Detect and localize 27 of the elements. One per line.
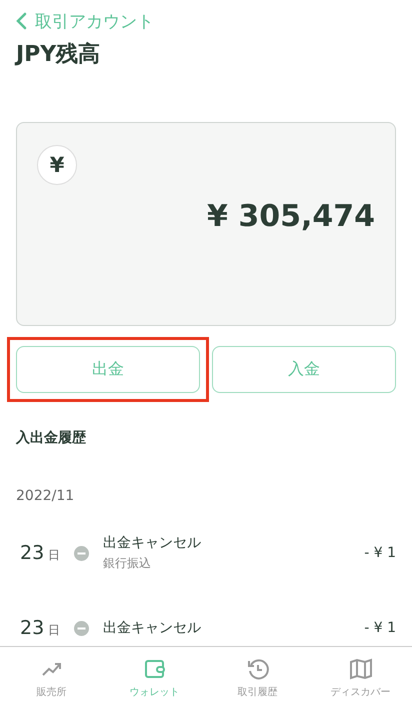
deposit-button[interactable]: 入金 (212, 346, 396, 393)
tab-item[interactable]: ディスカバー (309, 647, 412, 713)
balance-amount: ¥ 305,474 (207, 199, 375, 234)
day-number: 23 (20, 542, 42, 564)
back-icon (16, 12, 27, 30)
tab-item[interactable]: ウォレット (103, 647, 206, 713)
history-icon (246, 657, 270, 681)
page-title: JPY残高 (16, 40, 102, 69)
transaction-method: 銀行振込 (103, 555, 152, 572)
month-label: 2022/11 (16, 488, 76, 505)
withdraw-button[interactable]: 出金 (16, 346, 200, 393)
tab-item[interactable]: 取引履歴 (206, 647, 309, 713)
day-unit: 日 (48, 622, 60, 638)
transaction-title: 出金キャンセル (103, 534, 202, 552)
day-number: 23 (20, 617, 42, 639)
map-icon (348, 657, 372, 681)
currency-icon: ¥ (37, 145, 77, 185)
minus-icon (74, 546, 89, 560)
tab-item[interactable]: 販売所 (0, 647, 103, 713)
wallet-icon (142, 657, 166, 681)
transaction-title: 出金キャンセル (103, 619, 202, 637)
day-unit: 日 (48, 546, 60, 564)
back-link[interactable]: 取引アカウント (16, 8, 396, 34)
minus-icon (74, 620, 89, 636)
transaction-amount: - ¥ 1 (364, 545, 396, 561)
section-title: 入出金履歴 (16, 430, 87, 447)
transaction-amount: - ¥ 1 (364, 620, 396, 636)
